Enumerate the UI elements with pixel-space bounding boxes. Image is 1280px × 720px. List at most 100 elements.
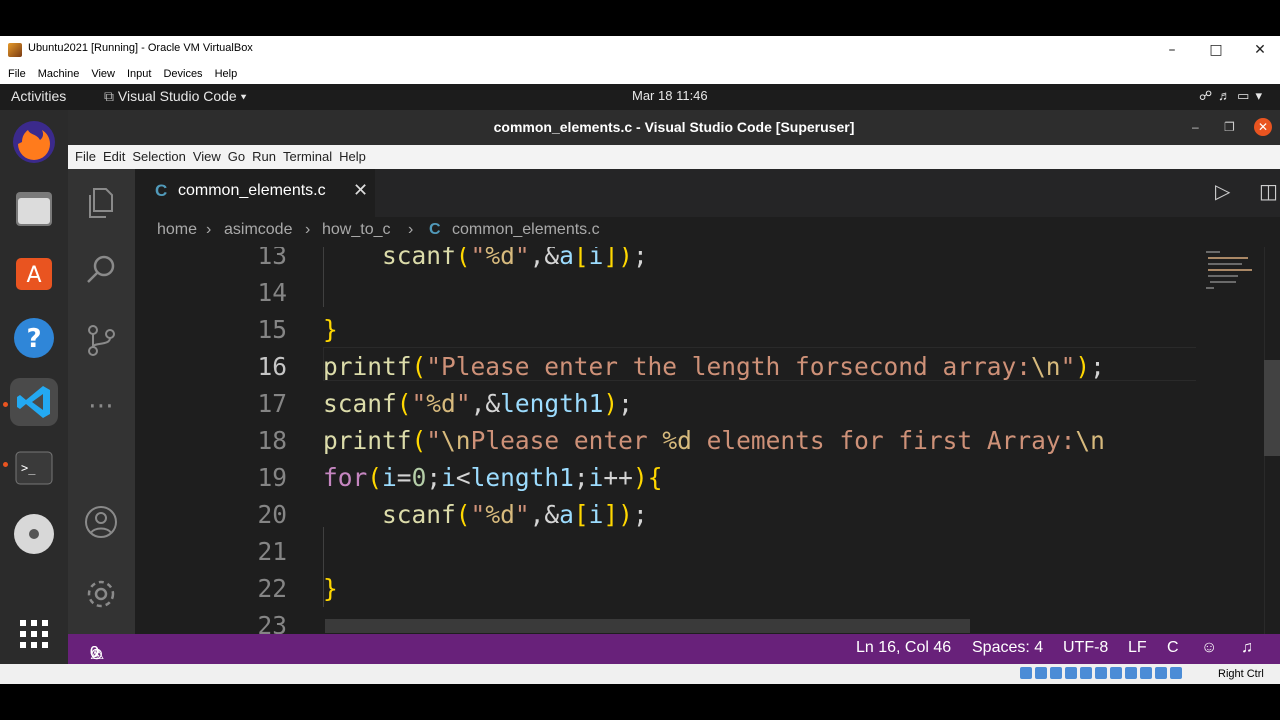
menu-terminal[interactable]: Terminal <box>283 145 332 169</box>
maximize-button[interactable]: □ <box>1194 38 1238 62</box>
vscode-window: common_elements.c - Visual Studio Code [… <box>68 110 1280 664</box>
usb-icon <box>1080 667 1092 679</box>
menu-edit[interactable]: Edit <box>103 145 125 169</box>
explorer-icon[interactable] <box>82 183 120 221</box>
line-number: 20 <box>257 500 287 529</box>
help-icon[interactable]: ? <box>10 314 58 362</box>
line-number: 14 <box>257 278 287 307</box>
warning-count: 0 <box>90 644 99 661</box>
status-bar: ⊗ 0 ⚠ 0 Ln 16, Col 46 Spaces: 4 UTF-8 LF… <box>68 634 1280 664</box>
vbox-menu-file[interactable]: File <box>8 64 26 84</box>
breadcrumb-how-to-c[interactable]: how_to_c <box>322 221 391 239</box>
files-icon[interactable] <box>10 184 58 232</box>
feedback-icon[interactable]: ☺ <box>1201 639 1217 657</box>
minimize-button[interactable]: – <box>1150 38 1194 62</box>
dvd-icon[interactable] <box>10 510 58 558</box>
vertical-scrollbar-thumb[interactable] <box>1264 360 1280 456</box>
vbox-menu-input[interactable]: Input <box>127 64 151 84</box>
code-line: } <box>323 574 338 603</box>
shared-folder-icon <box>1095 667 1107 679</box>
line-number-current: 16 <box>257 352 287 381</box>
svg-text:?: ? <box>26 324 41 354</box>
source-control-icon[interactable] <box>82 321 120 359</box>
chevron-down-icon: ▾ <box>1255 88 1268 103</box>
activities-button[interactable]: Activities <box>11 88 66 104</box>
code-line: scanf("%d",&length1); <box>323 389 633 418</box>
mouse-integration-icon <box>1155 667 1167 679</box>
show-applications-icon[interactable] <box>10 610 58 658</box>
vbox-menu-view[interactable]: View <box>91 64 115 84</box>
close-button[interactable]: ✕ <box>1238 38 1280 62</box>
c-file-icon: C <box>429 221 441 238</box>
display-icon <box>1110 667 1122 679</box>
vscode-icon[interactable] <box>10 378 58 426</box>
cpu-icon <box>1140 667 1152 679</box>
code-line: scanf("%d",&a[i]); <box>382 500 648 529</box>
tab-label: common_elements.c <box>178 182 326 199</box>
breadcrumb-asimcode[interactable]: asimcode <box>224 221 292 239</box>
code-editor[interactable]: 13 14 15 16 17 18 19 20 21 22 23 scanf("… <box>135 247 1280 634</box>
system-tray[interactable]: ☍♬▭▾ <box>1199 88 1268 104</box>
line-number: 23 <box>257 611 287 634</box>
tab-bar: C common_elements.c ✕ ▷ ◫ ⋯ <box>135 169 1280 217</box>
language-mode[interactable]: C <box>1167 639 1179 657</box>
menu-selection[interactable]: Selection <box>132 145 185 169</box>
chevron-down-icon: ▾ <box>240 88 247 104</box>
firefox-icon[interactable] <box>10 118 58 166</box>
breadcrumb-file[interactable]: common_elements.c <box>452 221 600 239</box>
running-indicator <box>3 462 8 467</box>
end-of-line[interactable]: LF <box>1128 639 1147 657</box>
search-icon[interactable] <box>82 251 120 289</box>
app-menu[interactable]: ⧉ Visual Studio Code ▾ <box>104 88 247 105</box>
horizontal-scrollbar-thumb[interactable] <box>325 619 970 633</box>
vbox-menubar: File Machine View Input Devices Help <box>0 64 1280 84</box>
vbox-menu-machine[interactable]: Machine <box>38 64 80 84</box>
bell-icon[interactable]: ♫ <box>1241 639 1253 657</box>
software-center-icon[interactable]: A <box>10 248 58 296</box>
run-icon[interactable]: ▷ <box>1215 179 1230 203</box>
tab-common-elements[interactable]: C common_elements.c ✕ <box>135 169 375 217</box>
indentation[interactable]: Spaces: 4 <box>972 639 1043 657</box>
menu-run[interactable]: Run <box>252 145 276 169</box>
split-editor-icon[interactable]: ◫ <box>1259 179 1278 203</box>
account-icon[interactable] <box>82 503 120 541</box>
close-button[interactable]: ✕ <box>1254 118 1272 136</box>
network-icon <box>1065 667 1077 679</box>
menu-file[interactable]: File <box>75 145 96 169</box>
cursor-position[interactable]: Ln 16, Col 46 <box>856 639 951 657</box>
code-line: printf("Please enter the length forsecon… <box>323 352 1105 381</box>
gear-icon[interactable] <box>82 575 120 613</box>
gnome-top-bar: Activities ⧉ Visual Studio Code ▾ Mar 18… <box>0 84 1280 110</box>
volume-icon: ♬ <box>1218 88 1238 103</box>
more-icon[interactable]: ⋯ <box>82 391 120 429</box>
line-number: 21 <box>257 537 287 566</box>
vbox-menu-devices[interactable]: Devices <box>163 64 202 84</box>
host-key: Right Ctrl <box>1218 668 1264 680</box>
vbox-device-icons[interactable] <box>1020 667 1216 681</box>
menu-help[interactable]: Help <box>339 145 366 169</box>
code-line: } <box>323 315 338 344</box>
vbox-titlebar: Ubuntu2021 [Running] - Oracle VM Virtual… <box>0 36 1280 64</box>
breadcrumb-home[interactable]: home <box>157 221 197 239</box>
minimap[interactable] <box>1196 247 1264 634</box>
virtualbox-icon <box>8 43 22 57</box>
vbox-menu-help[interactable]: Help <box>215 64 238 84</box>
line-number: 22 <box>257 574 287 603</box>
encoding[interactable]: UTF-8 <box>1063 639 1108 657</box>
menu-go[interactable]: Go <box>228 145 245 169</box>
battery-icon: ▭ <box>1237 88 1256 103</box>
recording-icon <box>1125 667 1137 679</box>
clock[interactable]: Mar 18 11:46 <box>632 88 708 103</box>
menu-view[interactable]: View <box>193 145 221 169</box>
code-line: printf("\nPlease enter %d elements for f… <box>323 426 1105 455</box>
terminal-icon[interactable]: >_ <box>10 444 58 492</box>
optical-drive-icon <box>1035 667 1047 679</box>
vbox-statusbar: Right Ctrl <box>0 664 1280 684</box>
close-icon[interactable]: ✕ <box>353 180 368 201</box>
restore-button[interactable]: ❐ <box>1224 110 1235 145</box>
c-file-icon: C <box>155 181 168 200</box>
svg-text:>_: >_ <box>21 461 36 475</box>
vbox-window-title: Ubuntu2021 [Running] - Oracle VM Virtual… <box>28 42 253 54</box>
minimize-button[interactable]: – <box>1192 110 1199 145</box>
code-line: scanf("%d",&a[i]); <box>382 247 648 270</box>
